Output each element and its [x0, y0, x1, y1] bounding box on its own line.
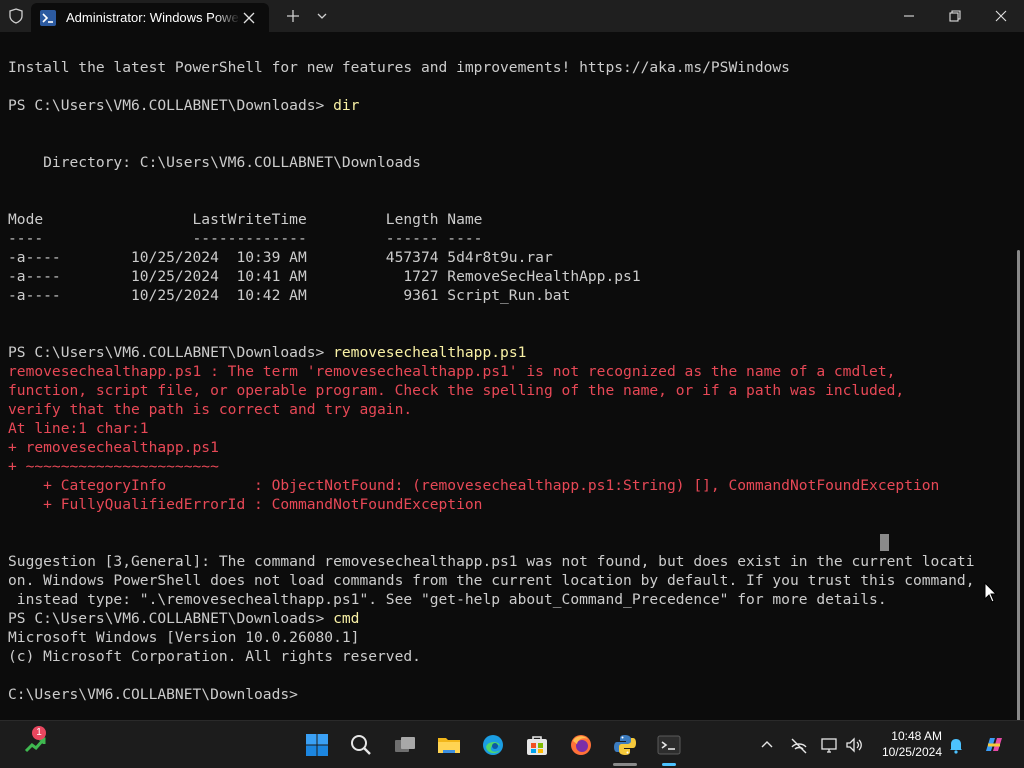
line-text: Install the latest PowerShell for new fe… — [8, 59, 790, 76]
prompt-text: PS C:\Users\VM6.COLLABNET\Downloads> — [8, 610, 334, 627]
output-line: -a---- 10/25/2024 10:39 AM 457374 5d4r8t… — [8, 248, 974, 267]
output-line: ---- ------------- ------ ---- — [8, 229, 974, 248]
prompt-text: PS C:\Users\VM6.COLLABNET\Downloads> — [8, 97, 334, 114]
line-text: At line:1 char:1 — [8, 420, 149, 437]
prompt-line: PS C:\Users\VM6.COLLABNET\Downloads> rem… — [8, 343, 974, 362]
file-explorer-icon[interactable] — [433, 729, 465, 761]
new-tab-button[interactable] — [283, 6, 303, 26]
error-line: At line:1 char:1 — [8, 419, 974, 438]
line-text: Suggestion [3,General]: The command remo… — [8, 553, 975, 570]
line-text: + CategoryInfo : ObjectNotFound: (remove… — [8, 477, 940, 494]
terminal-output[interactable]: Install the latest PowerShell for new fe… — [0, 32, 1024, 720]
task-view-icon[interactable] — [389, 729, 421, 761]
error-line: function, script file, or operable progr… — [8, 381, 974, 400]
search-icon[interactable] — [345, 729, 377, 761]
clock-date: 10/25/2024 — [881, 745, 942, 759]
output-line: (c) Microsoft Corporation. All rights re… — [8, 647, 974, 666]
error-line: + CategoryInfo : ObjectNotFound: (remove… — [8, 476, 974, 495]
clock[interactable]: 10:48 AM 10/25/2024 — [872, 728, 942, 760]
output-line: Suggestion [3,General]: The command remo… — [8, 552, 974, 571]
command-text: dir — [333, 97, 360, 114]
taskbar — [0, 720, 1024, 768]
text-cursor — [880, 534, 889, 551]
line-text: function, script file, or operable progr… — [8, 382, 905, 399]
error-line: + FullyQualifiedErrorId : CommandNotFoun… — [8, 495, 974, 514]
restore-button[interactable] — [932, 0, 978, 32]
shield-icon — [8, 8, 24, 24]
prompt-line: PS C:\Users\VM6.COLLABNET\Downloads> cmd — [8, 609, 974, 628]
network-off-icon[interactable] — [789, 735, 809, 755]
terminal-icon[interactable] — [653, 729, 685, 761]
line-text: -a---- 10/25/2024 10:42 AM 9361 Script_R… — [8, 287, 571, 304]
running-indicator — [613, 763, 637, 766]
mouse-pointer-icon — [984, 581, 998, 609]
prompt-line: C:\Users\VM6.COLLABNET\Downloads> — [8, 685, 974, 704]
line-text: -a---- 10/25/2024 10:41 AM 1727 RemoveSe… — [8, 268, 641, 285]
line-text: verify that the path is correct and try … — [8, 401, 413, 418]
output-line: instead type: ".\removesechealthapp.ps1"… — [8, 590, 974, 609]
volume-icon[interactable] — [844, 735, 864, 755]
active-indicator — [662, 763, 676, 766]
firefox-icon[interactable] — [565, 729, 597, 761]
line-text: (c) Microsoft Corporation. All rights re… — [8, 648, 421, 665]
output-line: on. Windows PowerShell does not load com… — [8, 571, 974, 590]
output-line: Install the latest PowerShell for new fe… — [8, 58, 974, 77]
start-icon[interactable] — [301, 729, 333, 761]
line-text: Directory: C:\Users\VM6.COLLABNET\Downlo… — [8, 154, 421, 171]
prompt-text: C:\Users\VM6.COLLABNET\Downloads> — [8, 686, 298, 703]
display-icon[interactable] — [820, 735, 840, 755]
terminal-lines: Install the latest PowerShell for new fe… — [8, 58, 974, 704]
error-line: + removesechealthapp.ps1 — [8, 438, 974, 457]
close-window-button[interactable] — [978, 0, 1024, 32]
line-text: + FullyQualifiedErrorId : CommandNotFoun… — [8, 496, 483, 513]
scrollbar[interactable] — [1017, 250, 1020, 720]
output-line: Microsoft Windows [Version 10.0.26080.1] — [8, 628, 974, 647]
line-text: + removesechealthapp.ps1 — [8, 439, 219, 456]
chevron-down-icon[interactable] — [313, 7, 331, 25]
store-icon[interactable] — [521, 729, 553, 761]
line-text: removesechealthapp.ps1 : The term 'remov… — [8, 363, 896, 380]
copilot-icon[interactable] — [982, 733, 1006, 757]
error-line: removesechealthapp.ps1 : The term 'remov… — [8, 362, 974, 381]
line-text: on. Windows PowerShell does not load com… — [8, 572, 975, 589]
chevron-up-icon[interactable] — [757, 735, 777, 755]
clock-time: 10:48 AM — [891, 729, 942, 743]
tab-powershell[interactable]: Administrator: Windows PowerShell — [31, 3, 269, 32]
line-text: Mode LastWriteTime Length Name — [8, 211, 483, 228]
error-line: verify that the path is correct and try … — [8, 400, 974, 419]
line-text: ---- ------------- ------ ---- — [8, 230, 483, 247]
output-line: Mode LastWriteTime Length Name — [8, 210, 974, 229]
output-line: -a---- 10/25/2024 10:42 AM 9361 Script_R… — [8, 286, 974, 305]
powershell-icon — [40, 10, 56, 26]
tab-title: Administrator: Windows PowerShell — [66, 10, 264, 25]
error-line: + ~~~~~~~~~~~~~~~~~~~~~~ — [8, 457, 974, 476]
title-bar: Administrator: Windows PowerShell — [0, 0, 1024, 32]
output-line: -a---- 10/25/2024 10:41 AM 1727 RemoveSe… — [8, 267, 974, 286]
line-text: instead type: ".\removesechealthapp.ps1"… — [8, 591, 887, 608]
command-text: removesechealthapp.ps1 — [333, 344, 527, 361]
python-icon[interactable] — [609, 729, 641, 761]
line-text: Microsoft Windows [Version 10.0.26080.1] — [8, 629, 360, 646]
prompt-line: PS C:\Users\VM6.COLLABNET\Downloads> dir — [8, 96, 974, 115]
line-text: + ~~~~~~~~~~~~~~~~~~~~~~ — [8, 458, 219, 475]
command-text: cmd — [333, 610, 360, 627]
line-text: -a---- 10/25/2024 10:39 AM 457374 5d4r8t… — [8, 249, 553, 266]
widgets-badge: 1 — [32, 726, 46, 740]
prompt-text: PS C:\Users\VM6.COLLABNET\Downloads> — [8, 344, 334, 361]
tab-close-icon[interactable] — [241, 10, 257, 26]
edge-icon[interactable] — [477, 729, 509, 761]
notification-bell-icon[interactable] — [946, 735, 966, 755]
output-line: Directory: C:\Users\VM6.COLLABNET\Downlo… — [8, 153, 974, 172]
minimize-button[interactable] — [886, 0, 932, 32]
